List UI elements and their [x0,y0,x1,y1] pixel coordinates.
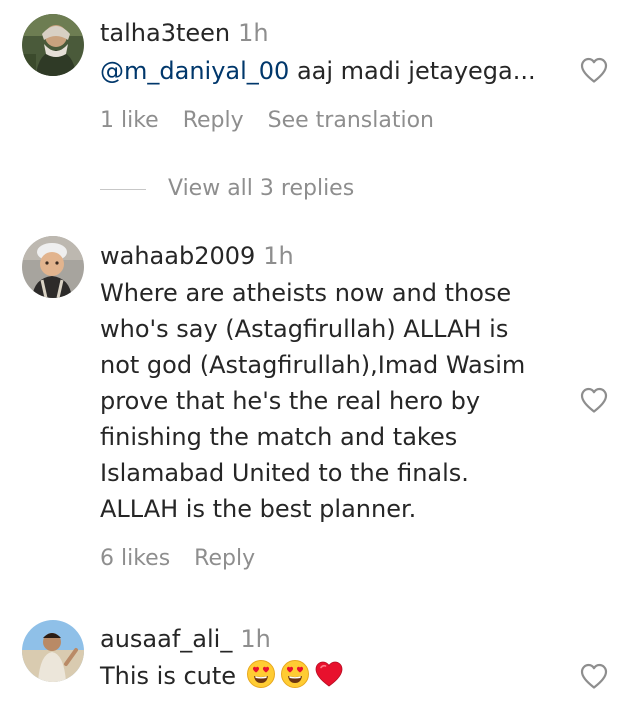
heart-outline-icon[interactable] [579,386,609,414]
heart-eyes-emoji [246,659,276,699]
comment-header: wahaab2009 1h [100,240,550,272]
view-replies-button[interactable]: View all 3 replies [100,174,354,204]
comment-header: ausaaf_ali_ 1h [100,623,550,655]
timestamp[interactable]: 1h [263,242,293,270]
comment-header: talha3teen 1h [100,17,550,49]
avatar[interactable] [22,14,84,76]
heart-eyes-emoji [280,659,310,699]
comment-body: talha3teen 1h @m_daniyal_00 aaj madi jeta… [100,17,550,89]
comment-item: ausaaf_ali_ 1h This is cute [0,612,623,709]
see-translation-button[interactable]: See translation [268,108,434,133]
comment-text: This is cute [100,658,550,699]
heart-outline-icon[interactable] [579,56,609,84]
view-replies-label[interactable]: View all 3 replies [168,176,354,201]
comment-text: @m_daniyal_00 aaj madi jetayega... [100,53,550,89]
reply-button[interactable]: Reply [194,546,255,571]
comment-body: wahaab2009 1h Where are atheists now and … [100,240,550,527]
heart-outline-icon[interactable] [579,662,609,690]
comment-item: wahaab2009 1h Where are atheists now and … [0,230,623,590]
comment-text: Where are atheists now and those who's s… [100,279,526,523]
username[interactable]: wahaab2009 [100,242,255,270]
red-heart-emoji [314,659,344,699]
avatar[interactable] [22,620,84,682]
comment-text-content: This is cute [100,662,237,690]
comment-text-content: aaj madi jetayega... [289,57,536,85]
likes-count[interactable]: 1 like [100,108,159,133]
mention-link[interactable]: @m_daniyal_00 [100,57,289,85]
reply-button[interactable]: Reply [183,108,244,133]
comment-actions: 1 like Reply See translation [100,106,434,136]
username[interactable]: ausaaf_ali_ [100,625,232,653]
comment-body: ausaaf_ali_ 1h This is cute [100,623,550,699]
timestamp[interactable]: 1h [240,625,270,653]
comment-item: talha3teen 1h @m_daniyal_00 aaj madi jeta… [0,0,623,210]
replies-divider [100,188,146,190]
timestamp[interactable]: 1h [238,19,268,47]
comment-actions: 6 likes Reply [100,544,255,574]
avatar[interactable] [22,236,84,298]
username[interactable]: talha3teen [100,19,230,47]
likes-count[interactable]: 6 likes [100,546,170,571]
